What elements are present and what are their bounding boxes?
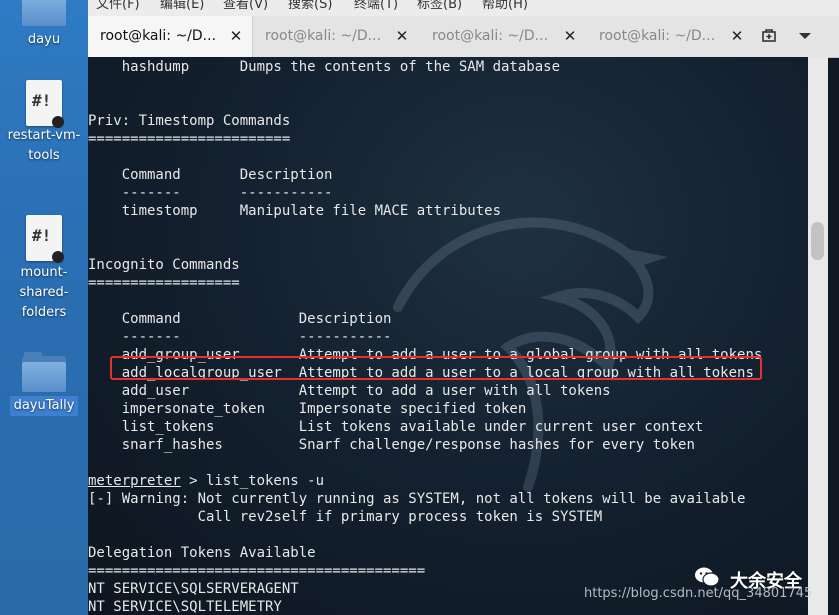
desktop-item-label: dayuTally [9,396,79,416]
new-tab-icon[interactable] [756,16,782,57]
desktop-item-label: mount- shared- folders [19,265,69,320]
script-icon: #! [26,215,64,263]
desktop-item-dayutally[interactable]: dayuTally [0,352,88,416]
terminal-output[interactable]: hashdump Dumps the contents of the SAM d… [88,57,808,615]
tab-bar: root@kali: ~/D... ✕ root@kali: ~/D... ✕ … [88,16,839,58]
terminal-line: ================== [88,275,240,291]
menu-edit[interactable]: 编辑(E) [160,0,204,12]
tab-2[interactable]: root@kali: ~/D... ✕ [253,16,419,57]
prompt-word: meterpreter [88,473,181,489]
highlight-box [110,356,762,380]
tab-label: root@kali: ~/D... [599,28,716,44]
terminal-line: timestomp Manipulate file MACE attribute… [88,203,502,219]
terminal-line: Incognito Commands [88,257,240,273]
chevron-down-icon[interactable] [792,16,818,57]
terminal-line: Call rev2self if primary process token i… [88,509,603,525]
tab-label: root@kali: ~/D... [432,28,549,44]
terminal-line: add_user Attempt to add a user with all … [88,383,611,399]
close-icon[interactable]: ✕ [395,16,409,57]
desktop: dayu #! restart-vm- tools #! mount- shar… [0,0,88,615]
menu-help[interactable]: 帮助(H) [482,0,528,12]
terminal-line: snarf_hashes Snarf challenge/response ha… [88,437,695,453]
menu-view[interactable]: 查看(V) [223,0,268,12]
terminal-line: Priv: Timestomp Commands [88,113,291,129]
script-icon: #! [26,80,64,128]
terminal-line: ------- ----------- [88,185,333,201]
desktop-item-mount-shared-folders[interactable]: #! mount- shared- folders [0,215,88,323]
tab-3[interactable]: root@kali: ~/D... ✕ [420,16,586,57]
terminal-line: impersonate_token Impersonate specified … [88,401,527,417]
terminal-line: ======================== [88,131,291,147]
desktop-item-label: dayu [27,32,61,47]
folder-icon [22,352,66,392]
terminal-line: meterpreter > list_tokens -u [88,472,324,490]
terminal-line: ------- ----------- [88,329,392,345]
terminal-line: hashdump Dumps the contents of the SAM d… [88,59,561,75]
tab-label: root@kali: ~/D... [100,28,217,44]
menubar: 文件(F) 编辑(E) 查看(V) 搜索(S) 终端(T) 标签(B) 帮助(H… [88,0,839,16]
terminal-line: [-] Warning: Not currently running as SY… [88,491,746,507]
folder-icon [22,0,66,26]
desktop-item-label: restart-vm- tools [7,128,81,163]
terminal-line: Delegation Tokens Available [88,545,316,561]
terminal-line: NT SERVICE\SQLTELEMETRY [88,599,282,615]
terminal-line: list_tokens List tokens available under … [88,419,704,435]
terminal-line: ======================================== [88,563,426,579]
scrollbar-thumb[interactable] [811,222,824,260]
terminal-line: NT SERVICE\SQLSERVERAGENT [88,581,299,597]
tab-1[interactable]: root@kali: ~/D... ✕ [88,16,253,57]
menu-terminal[interactable]: 终端(T) [354,0,398,12]
source-url: https://blog.csdn.net/qq_34801745 [584,586,813,601]
terminal-line: Command Description [88,311,392,327]
close-icon[interactable]: ✕ [229,16,243,57]
desktop-item-dayu[interactable]: dayu [0,0,88,50]
menu-tabs[interactable]: 标签(B) [417,0,462,12]
scrollbar[interactable] [808,57,828,615]
menu-file[interactable]: 文件(F) [96,0,140,12]
tab-4[interactable]: root@kali: ~/D... ✕ [587,16,753,57]
close-icon[interactable]: ✕ [563,16,577,57]
desktop-item-restart-vm-tools[interactable]: #! restart-vm- tools [0,80,88,166]
menu-search[interactable]: 搜索(S) [288,0,332,12]
close-icon[interactable]: ✕ [730,16,744,57]
wechat-icon [695,567,720,587]
kali-dragon-icon [393,217,668,492]
prompt-command: > list_tokens -u [180,473,325,489]
terminal-window: 文件(F) 编辑(E) 查看(V) 搜索(S) 终端(T) 标签(B) 帮助(H… [88,0,839,615]
tab-label: root@kali: ~/D... [265,28,382,44]
terminal-line: Command Description [88,167,333,183]
